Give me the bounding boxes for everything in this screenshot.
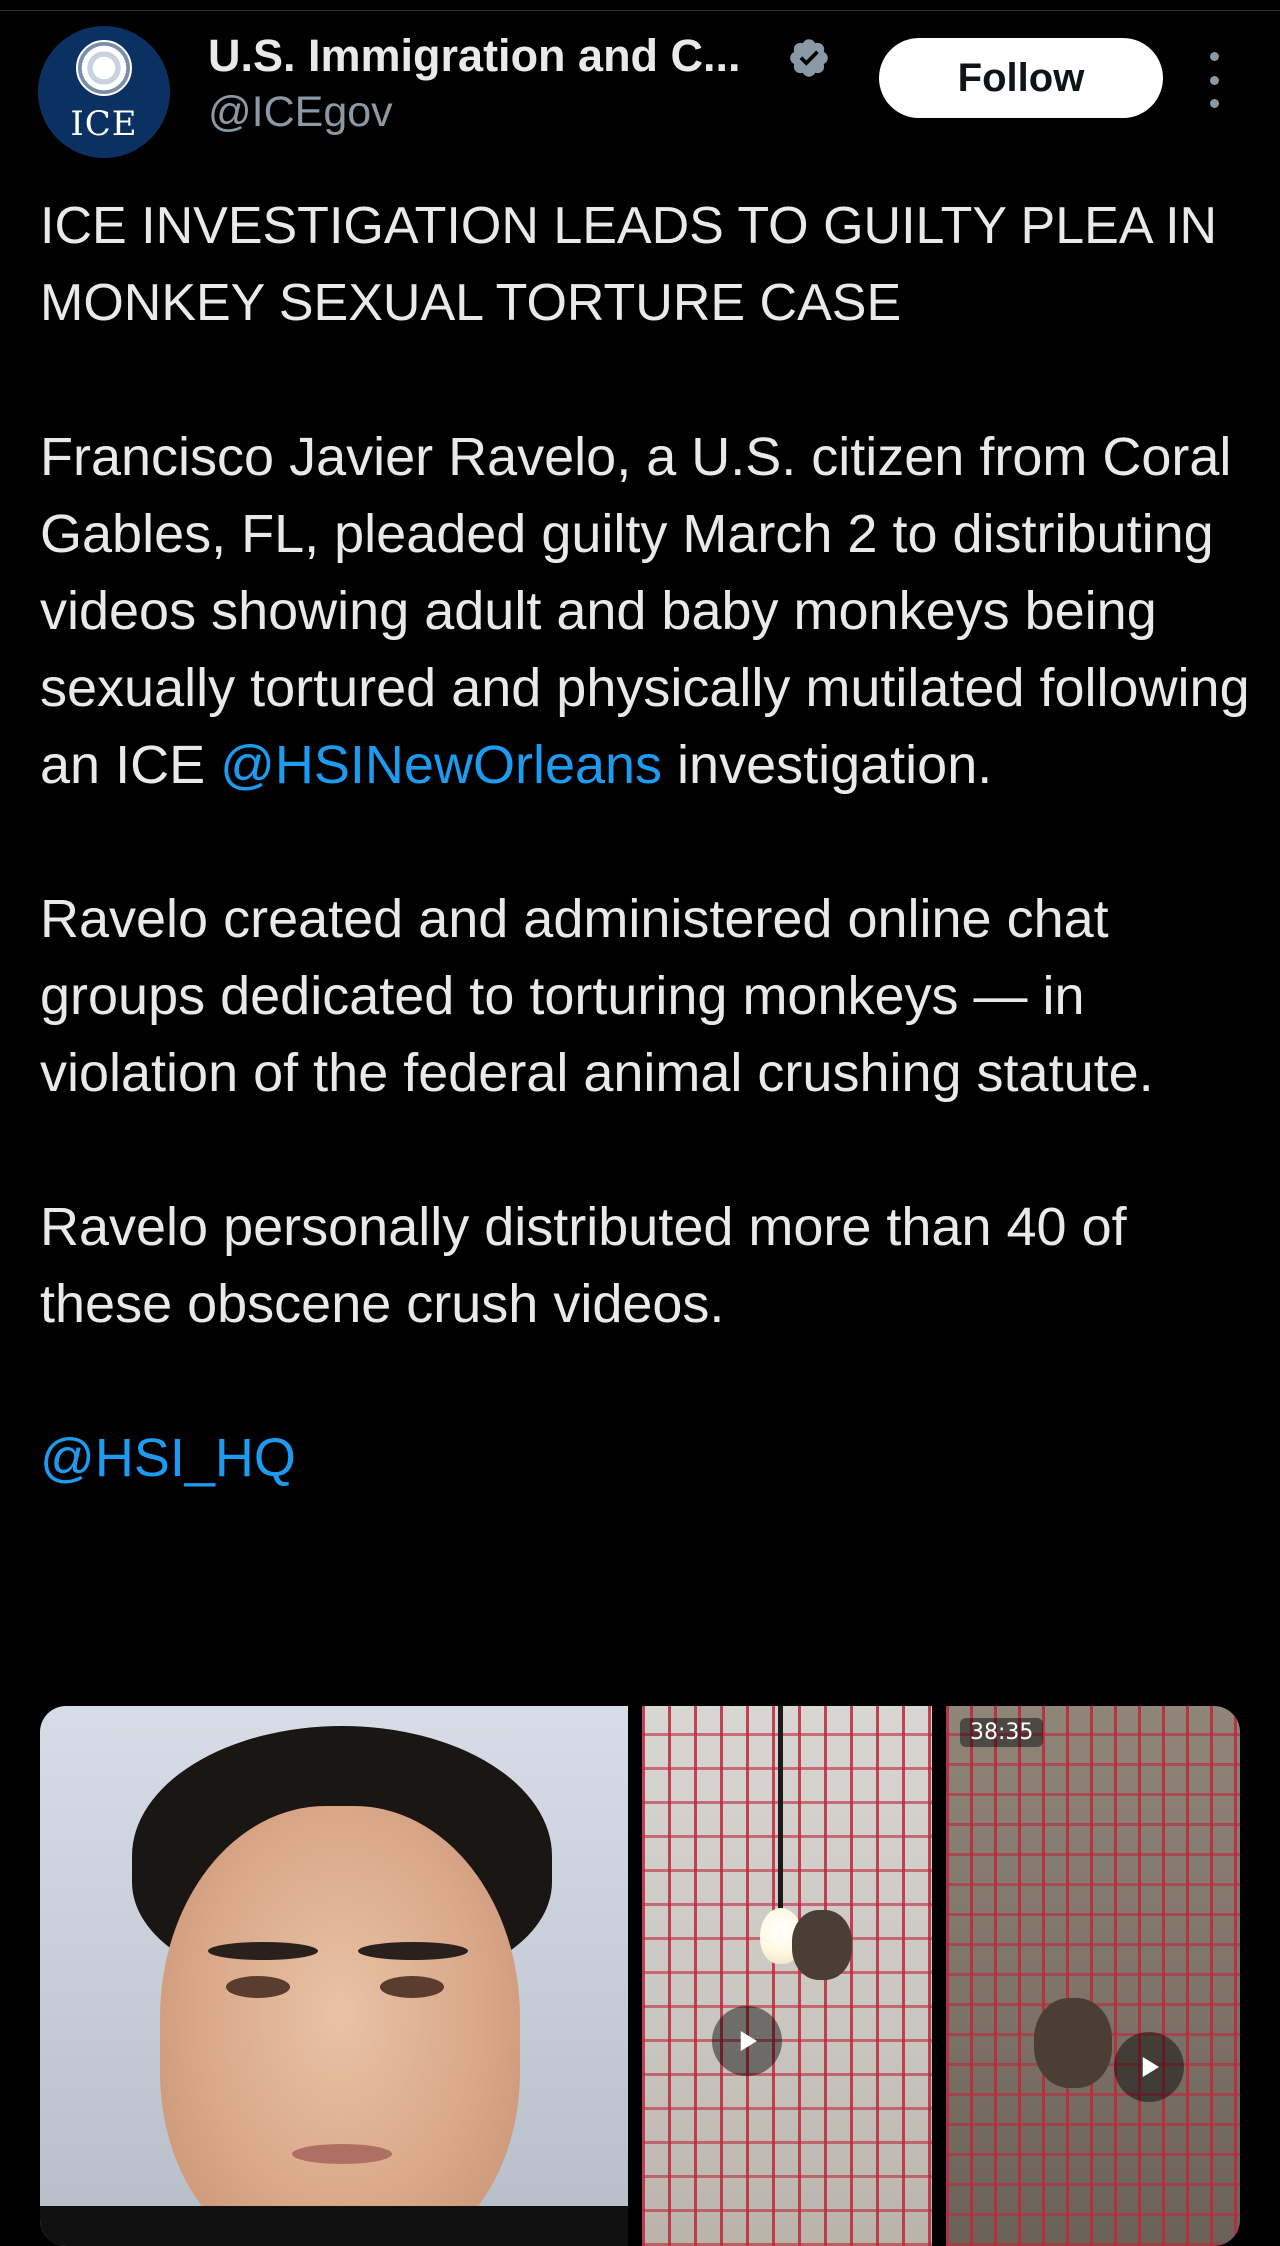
avatar[interactable]: ICE (38, 26, 170, 158)
photo-face (160, 1806, 520, 2246)
photo-brow-left (208, 1942, 318, 1960)
thumbnail-animal (1034, 1998, 1112, 2088)
video-thumbnail-2[interactable]: 38:35 (946, 1706, 1240, 2246)
photo-eye-left (226, 1976, 290, 1998)
tweet-paragraph-1: Francisco Javier Ravelo, a U.S. citizen … (40, 419, 1255, 804)
photo-shirt (40, 2206, 628, 2246)
more-dot (1209, 75, 1219, 85)
follow-button[interactable]: Follow (879, 38, 1163, 118)
verified-badge-icon (790, 39, 828, 77)
paragraph-1-tail: investigation. (662, 735, 993, 795)
photo-mouth (292, 2144, 392, 2164)
avatar-logo-text: ICE (70, 104, 138, 144)
tweet-text: ICE INVESTIGATION LEADS TO GUILTY PLEA I… (40, 188, 1255, 1574)
tweet-paragraph-3: Ravelo personally distributed more than … (40, 1197, 1127, 1334)
thumbnail-animal (791, 1910, 852, 1980)
media-grid: 38:35 (40, 1706, 1240, 2246)
tweet-paragraph-4: @HSI_HQ (40, 1420, 1255, 1497)
more-options-icon[interactable] (1198, 52, 1230, 108)
play-icon[interactable] (711, 2006, 782, 2076)
mention-hsineworleans[interactable]: @HSINewOrleans (220, 735, 662, 795)
more-dot (1209, 52, 1219, 61)
mugshot-photo[interactable] (40, 1706, 628, 2246)
display-name[interactable]: U.S. Immigration and C... (208, 30, 741, 82)
more-dot (1209, 99, 1219, 108)
video-duration: 38:35 (960, 1718, 1044, 1747)
photo-brow-right (358, 1942, 468, 1960)
tweet-paragraph-2: Ravelo created and administered online c… (40, 889, 1154, 1103)
tweet-headline: ICE INVESTIGATION LEADS TO GUILTY PLEA I… (40, 197, 1218, 332)
account-handle[interactable]: @ICEgov (208, 88, 393, 137)
thumbnail-cable (777, 1706, 783, 1910)
tweet-header: ICE U.S. Immigration and C... @ICEgov Fo… (0, 0, 1280, 200)
mention-hsi-hq[interactable]: @HSI_HQ (40, 1428, 296, 1488)
play-icon[interactable] (1114, 2032, 1184, 2102)
video-thumbnail-1[interactable] (641, 1706, 932, 2246)
dhs-seal-icon (76, 40, 132, 96)
photo-eye-right (380, 1976, 444, 1998)
